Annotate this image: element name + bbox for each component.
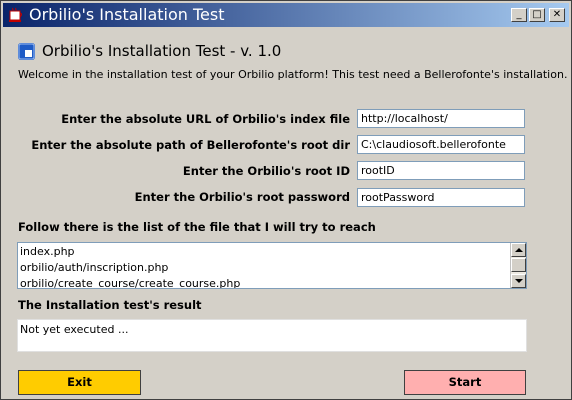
result-heading: The Installation test's result [18,298,202,312]
root-password-input[interactable] [357,188,525,207]
scroll-up-button[interactable] [511,243,526,257]
path-input[interactable] [357,135,525,154]
url-input[interactable] [357,109,525,128]
root-password-label: Enter the Orbilio's root password [134,190,350,204]
file-list-scrollbar[interactable] [510,243,526,288]
list-item[interactable]: orbilio/auth/inscription.php [20,260,240,276]
main-window: Orbilio's Installation Test _ □ ✕ Orbili… [0,0,572,400]
close-icon: ✕ [552,9,562,20]
path-label: Enter the absolute path of Bellerofonte'… [31,138,350,152]
url-label: Enter the absolute URL of Orbilio's inde… [61,112,350,126]
title-bar[interactable]: Orbilio's Installation Test _ □ ✕ [3,3,569,27]
app-logo-icon [18,43,35,60]
close-button[interactable]: ✕ [549,8,565,22]
list-item[interactable]: orbilio/create_course/create_course.php [20,276,240,288]
file-list-items: index.php orbilio/auth/inscription.php o… [20,244,240,288]
scroll-thumb[interactable] [511,258,526,272]
root-id-input[interactable] [357,161,525,180]
file-list-heading: Follow there is the list of the file tha… [18,220,376,234]
list-item[interactable]: index.php [20,244,240,260]
maximize-icon: □ [532,9,542,20]
arrow-up-icon [515,248,523,252]
result-area: Not yet executed ... [17,319,527,352]
maximize-button[interactable]: □ [529,8,545,22]
start-button[interactable]: Start [404,370,526,395]
welcome-text: Welcome in the installation test of your… [18,68,568,81]
app-title: Orbilio's Installation Test - v. 1.0 [42,42,282,60]
file-list[interactable]: index.php orbilio/auth/inscription.php o… [17,242,527,289]
scroll-down-button[interactable] [511,274,526,288]
exit-button[interactable]: Exit [18,370,141,395]
root-id-label: Enter the Orbilio's root ID [182,164,350,178]
arrow-down-icon [515,279,523,283]
minimize-icon: _ [516,9,522,20]
java-cup-icon [9,7,22,22]
window-title: Orbilio's Installation Test [29,5,225,24]
minimize-button[interactable]: _ [511,8,527,22]
